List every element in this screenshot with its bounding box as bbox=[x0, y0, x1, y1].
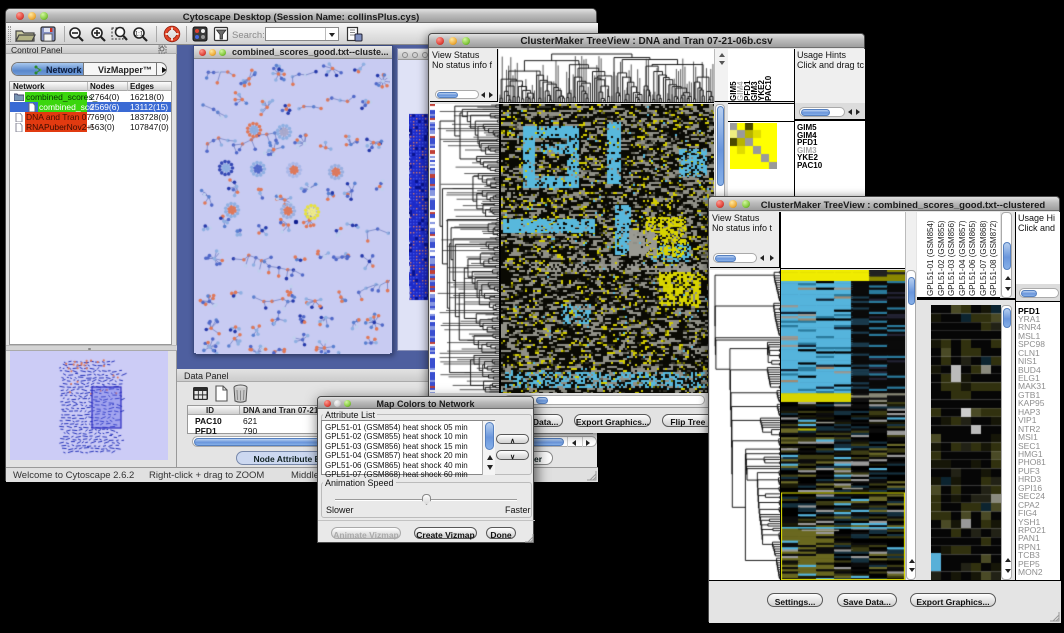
svg-text:1:1: 1:1 bbox=[135, 32, 144, 38]
